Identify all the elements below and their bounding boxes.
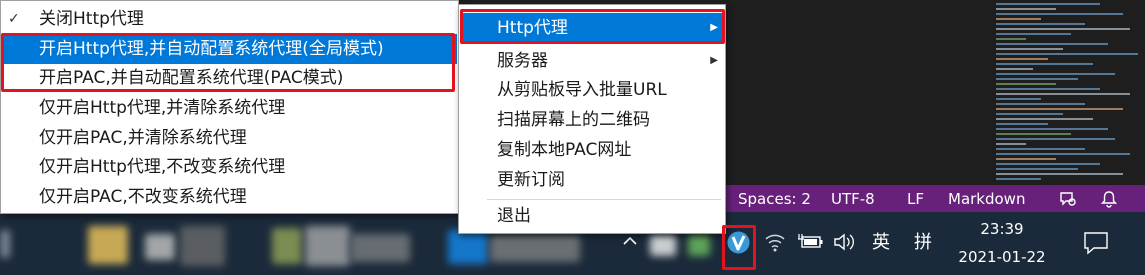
spaces-indicator[interactable]: Spaces: 2 <box>738 185 811 213</box>
menu-item-http-clear-proxy[interactable]: 仅开启Http代理,并清除系统代理 <box>2 93 457 123</box>
volume-speaker-icon[interactable] <box>832 231 858 253</box>
clock-time[interactable]: 23:39 <box>963 220 1041 238</box>
menu-item-label: 仅开启Http代理,不改变系统代理 <box>39 157 286 177</box>
menu-item-label: 仅开启PAC,不改变系统代理 <box>39 187 247 207</box>
checkmark-icon: ✓ <box>8 11 20 27</box>
ime-mode-indicator[interactable]: 拼 <box>910 231 936 255</box>
menu-item-label: 仅开启Http代理,并清除系统代理 <box>39 98 286 118</box>
encoding-indicator[interactable]: UTF-8 <box>831 185 875 213</box>
taskbar-app-icon[interactable] <box>350 234 410 262</box>
taskbar-app-icon[interactable] <box>88 226 128 264</box>
language-mode[interactable]: Markdown <box>948 185 1025 213</box>
taskbar-app-icon[interactable] <box>0 230 10 258</box>
menu-item-copy-pac-url[interactable]: 复制本地PAC网址 <box>460 135 724 165</box>
tray-app-icon[interactable] <box>688 234 710 256</box>
taskbar-app-icon[interactable] <box>180 226 225 266</box>
tray-app-icon[interactable] <box>650 234 676 256</box>
menu-separator <box>487 199 721 200</box>
code-minimap <box>996 0 1145 185</box>
menu-item-label: 仅开启PAC,并清除系统代理 <box>39 128 247 148</box>
menu-item-update-subscription[interactable]: 更新订阅 <box>460 165 724 195</box>
taskbar-app-icon[interactable] <box>490 234 580 262</box>
submenu-arrow-icon: ▶ <box>710 55 718 66</box>
notifications-bell-icon[interactable] <box>1100 190 1118 208</box>
eol-indicator[interactable]: LF <box>907 185 924 213</box>
menu-item-label: 关闭Http代理 <box>39 9 144 29</box>
annotation-highlight-box <box>1 33 455 92</box>
network-wifi-icon[interactable] <box>764 230 786 254</box>
menu-item-pac-keep-proxy[interactable]: 仅开启PAC,不改变系统代理 <box>2 182 457 212</box>
annotation-highlight-box <box>722 225 756 270</box>
taskbar-app-icon[interactable] <box>448 230 488 264</box>
annotation-highlight-box <box>460 9 725 44</box>
action-center-icon[interactable] <box>1082 229 1110 257</box>
menu-item-servers[interactable]: 服务器 ▶ <box>460 46 724 76</box>
menu-item-pac-clear-proxy[interactable]: 仅开启PAC,并清除系统代理 <box>2 123 457 153</box>
menu-item-label: 退出 <box>497 206 531 226</box>
menu-item-close-http-proxy[interactable]: ✓ 关闭Http代理 <box>2 4 457 34</box>
menu-item-label: 复制本地PAC网址 <box>497 140 632 160</box>
menu-item-http-keep-proxy[interactable]: 仅开启Http代理,不改变系统代理 <box>2 152 457 182</box>
menu-item-label: 扫描屏幕上的二维码 <box>497 110 650 130</box>
battery-power-icon[interactable] <box>798 231 826 253</box>
input-language-indicator[interactable]: 英 <box>868 231 894 255</box>
taskbar-app-icon[interactable] <box>272 228 302 264</box>
taskbar-app-icon[interactable] <box>145 234 175 260</box>
menu-item-label: 更新订阅 <box>497 170 565 190</box>
menu-item-exit[interactable]: 退出 <box>460 201 724 231</box>
feedback-icon[interactable] <box>1059 190 1077 208</box>
taskbar-app-icon[interactable] <box>305 226 350 266</box>
menu-item-import-from-clipboard[interactable]: 从剪贴板导入批量URL <box>460 75 724 105</box>
menu-item-label: 从剪贴板导入批量URL <box>497 80 667 100</box>
menu-item-scan-qr-code[interactable]: 扫描屏幕上的二维码 <box>460 105 724 135</box>
clock-date[interactable]: 2021-01-22 <box>958 248 1046 266</box>
menu-item-label: 服务器 <box>497 51 548 71</box>
